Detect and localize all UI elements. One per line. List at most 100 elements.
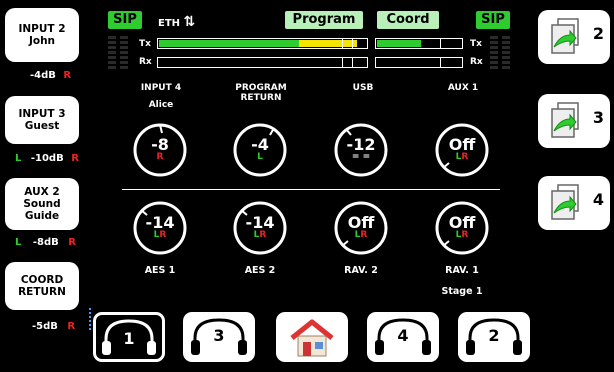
channel-r: R	[156, 152, 164, 162]
headset-1-button[interactable]: 1	[93, 312, 165, 362]
program-tab[interactable]: Program	[285, 11, 363, 29]
label-aes-1: AES 1	[144, 265, 176, 276]
level-value: -5dB	[32, 321, 58, 332]
knob-rav-2[interactable]: Off LR	[333, 200, 389, 256]
coord-return-button[interactable]: COORD RETURN	[5, 262, 79, 310]
home-button[interactable]	[276, 312, 348, 362]
meter-tick	[342, 39, 343, 48]
eth-transfer-icon: ⇅	[183, 14, 196, 30]
level-r-indicator: R	[68, 237, 76, 248]
knob-channel: L	[232, 152, 288, 162]
column-title: AUX 1	[447, 83, 479, 93]
headset-number: 3	[213, 326, 225, 345]
meter-tick	[440, 58, 441, 67]
copy-to-3-button[interactable]: 3	[538, 94, 610, 148]
knob-aux-1[interactable]: Off LR	[434, 122, 490, 178]
knob-channel: R	[132, 152, 188, 162]
knob-input-4[interactable]: -8 R	[132, 122, 188, 178]
level-value: -8dB	[32, 237, 59, 248]
column-title: INPUT 4	[140, 83, 182, 93]
coord-tx-meter	[375, 38, 463, 49]
copy-to-2-button[interactable]: 2	[538, 10, 610, 64]
target-number: 4	[592, 190, 604, 209]
coord-tab[interactable]: Coord	[377, 11, 439, 29]
tx-label-left: Tx	[139, 39, 151, 49]
knob-channel: LR	[434, 230, 490, 240]
vu-meter-left-b	[120, 36, 128, 71]
coord-return-label: COORD RETURN	[18, 274, 66, 298]
headset-number: 1	[123, 329, 135, 348]
meter-tick	[440, 39, 441, 48]
channel-r: R	[259, 230, 267, 240]
column-label-aux-1: AUX 1	[418, 83, 508, 93]
meter-tick	[352, 39, 353, 48]
column-subtitle: Alice	[148, 100, 174, 110]
tx-label-right: Tx	[470, 39, 482, 49]
channel-r: R	[461, 152, 469, 162]
level-l-indicator: L	[15, 153, 22, 164]
input-2-label: INPUT 2 John	[18, 23, 66, 47]
knob-channel: = =	[333, 152, 389, 162]
knob-aes-2[interactable]: -14 LR	[232, 200, 288, 256]
level-r-indicator: R	[67, 321, 76, 332]
knob-channel: LR	[232, 230, 288, 240]
input-2-john-button[interactable]: INPUT 2 John	[5, 8, 79, 62]
input-3-guest-button[interactable]: INPUT 3 Guest	[5, 96, 79, 144]
vu-meter-right-a	[490, 36, 498, 71]
level-value: -4dB	[30, 70, 56, 81]
program-tx-yellow-fill	[299, 40, 357, 47]
channel-r: R	[159, 230, 167, 240]
copy-icon	[551, 18, 579, 54]
home-icon	[290, 319, 334, 357]
channel-stereo: = =	[351, 152, 371, 162]
level-r-indicator: R	[71, 153, 79, 164]
knob-channel: LR	[434, 152, 490, 162]
aux-2-label: AUX 2 Sound Guide	[23, 186, 61, 222]
input-2-level: -4dB R	[30, 70, 71, 81]
column-title: PROGRAM RETURN	[235, 83, 287, 103]
level-r-indicator: R	[63, 70, 72, 81]
headset-3-button[interactable]: 3	[183, 312, 255, 362]
channel-r: R	[461, 230, 469, 240]
column-label-input-4: INPUT 4 Alice	[116, 83, 206, 110]
copy-icon	[551, 102, 579, 138]
knob-rav-1[interactable]: Off LR	[434, 200, 490, 256]
label-rav-1: RAV. 1	[445, 265, 479, 276]
knob-usb[interactable]: -12 = =	[333, 122, 389, 178]
column-label-usb: USB	[318, 83, 408, 93]
label-stage-1: Stage 1	[441, 286, 483, 297]
label-rav-2: RAV. 2	[344, 265, 378, 276]
rx-label-left: Rx	[139, 57, 152, 67]
target-number: 3	[592, 108, 604, 127]
input-3-level: L -10dB R	[15, 153, 79, 164]
coord-return-level: -5dB R	[32, 321, 75, 332]
meter-tick	[352, 58, 353, 67]
sip-right-badge: SIP	[476, 11, 510, 29]
eth-label: ETH ⇅	[158, 14, 195, 30]
coord-rx-meter	[375, 57, 463, 68]
channel-l: L	[257, 152, 263, 162]
headset-4-button[interactable]: 4	[367, 312, 439, 362]
vu-meter-right-b	[502, 36, 510, 71]
coord-tx-green-fill	[377, 40, 421, 47]
vu-meter-left-a	[108, 36, 116, 71]
label-aes-2: AES 2	[244, 265, 276, 276]
aux-2-level: L -8dB R	[15, 237, 76, 248]
headset-number: 2	[488, 326, 500, 345]
program-tx-meter	[157, 38, 368, 49]
input-3-label: INPUT 3 Guest	[18, 108, 66, 132]
column-label-program-return: PROGRAM RETURN	[216, 83, 306, 103]
knob-aes-1[interactable]: -14 LR	[132, 200, 188, 256]
knob-program-return[interactable]: -4 L	[232, 122, 288, 178]
headset-2-button[interactable]: 2	[458, 312, 530, 362]
copy-to-4-button[interactable]: 4	[538, 176, 610, 230]
headset-number: 4	[397, 326, 409, 345]
program-rx-meter	[157, 57, 368, 68]
column-title: USB	[352, 83, 374, 93]
aux-2-sound-guide-button[interactable]: AUX 2 Sound Guide	[5, 178, 79, 230]
meter-tick	[342, 58, 343, 67]
knob-channel: LR	[333, 230, 389, 240]
eth-text: ETH	[158, 18, 181, 29]
knob-channel: LR	[132, 230, 188, 240]
rx-label-right: Rx	[470, 57, 483, 67]
